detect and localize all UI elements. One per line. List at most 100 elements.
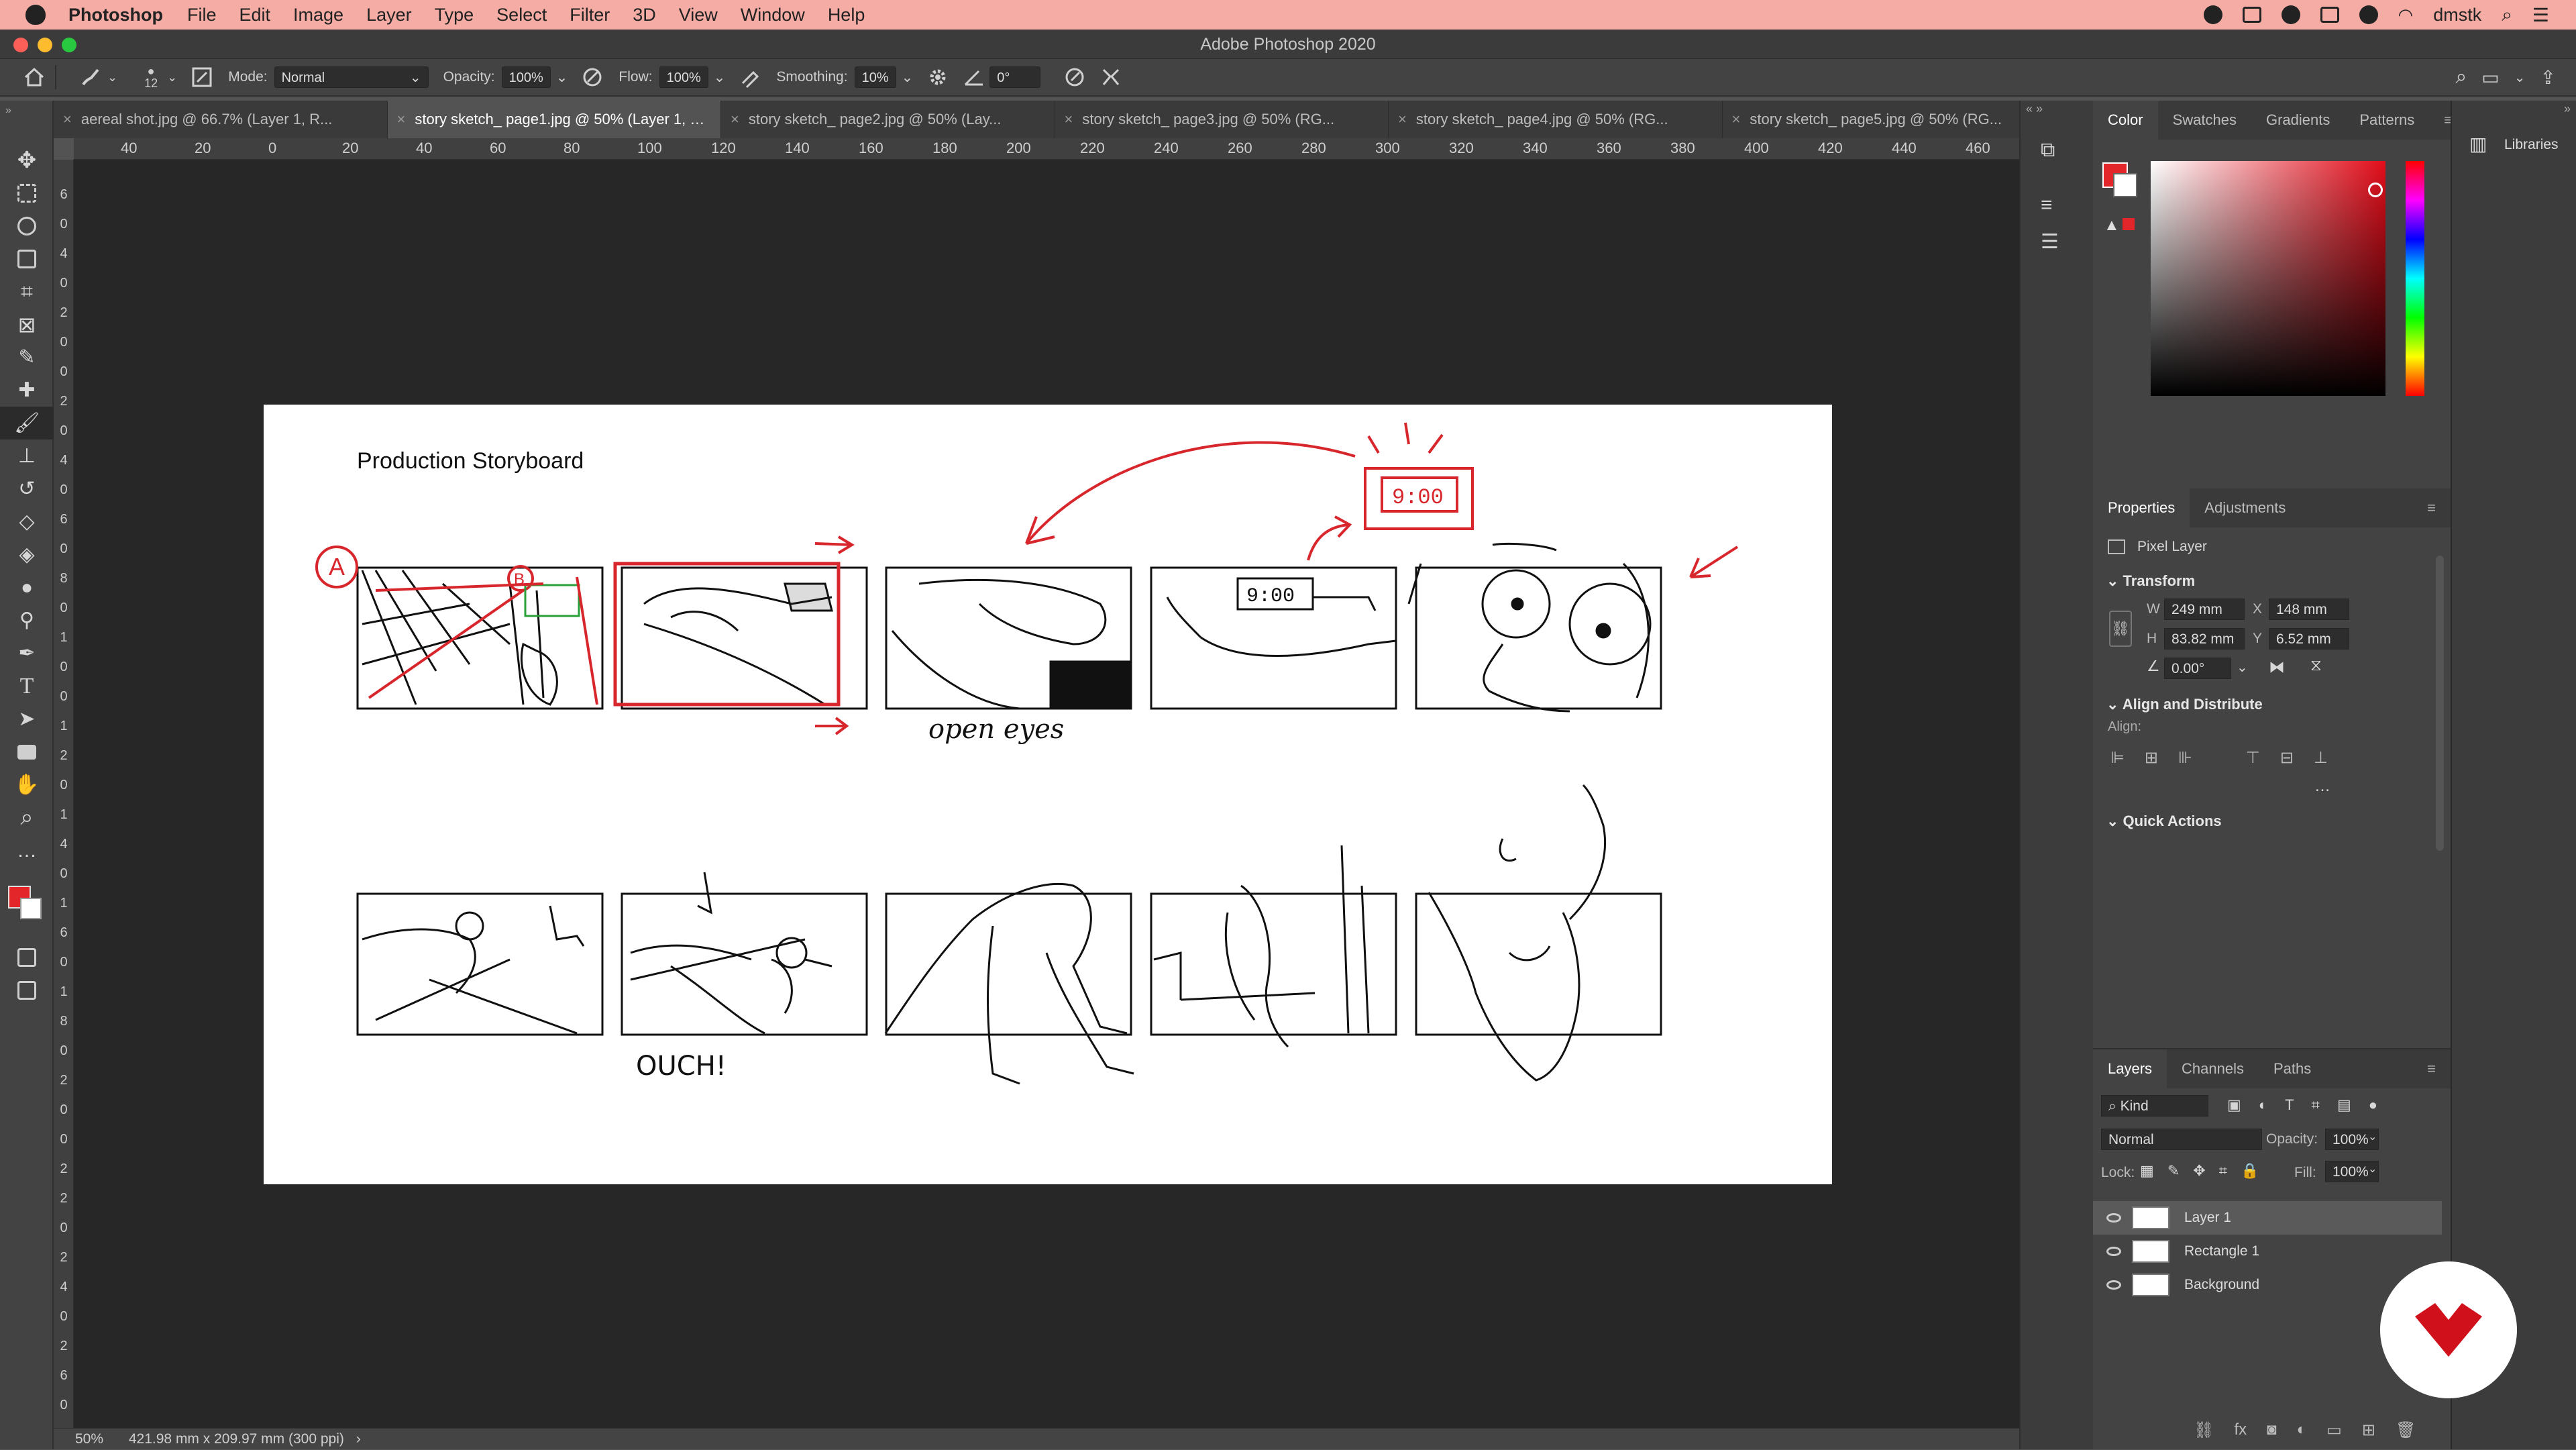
blend-mode-select[interactable]: Normal — [2101, 1129, 2262, 1150]
align-section-header[interactable]: ⌄ Align and Distribute — [2093, 690, 2451, 719]
wifi-icon[interactable]: ◠ — [2398, 5, 2414, 25]
document-size-info[interactable]: 421.98 mm x 209.97 mm (300 ppi) — [129, 1431, 344, 1447]
link-dimensions-icon[interactable]: ⛓ — [2109, 611, 2132, 647]
lock-artboard-icon[interactable]: ⌗ — [2219, 1162, 2227, 1180]
layers-menu-icon[interactable]: ≡ — [2412, 1049, 2451, 1088]
lock-icons: ▦ ✎ ✥ ⌗ 🔒 — [2140, 1162, 2259, 1180]
filter-pixel-icon[interactable]: ▣ — [2227, 1096, 2241, 1114]
lock-all-icon[interactable]: 🔒 — [2241, 1162, 2259, 1180]
layer-row-layer-1[interactable]: Layer 1 — [2093, 1201, 2442, 1235]
width-input[interactable]: 249 mm — [2164, 599, 2245, 620]
height-input[interactable]: 83.82 mm — [2164, 628, 2245, 650]
filter-smart-object-icon[interactable]: ▤ — [2337, 1096, 2351, 1114]
tab-swatches[interactable]: Swatches — [2158, 101, 2251, 140]
screen-icon[interactable] — [2242, 7, 2261, 23]
lock-pixels-icon[interactable]: ✎ — [2167, 1162, 2180, 1180]
properties-scrollbar[interactable] — [2436, 556, 2444, 851]
hue-slider[interactable] — [2406, 161, 2424, 396]
more-align-options-icon[interactable]: … — [2093, 768, 2451, 796]
align-center-h-icon[interactable]: ⊞ — [2145, 748, 2158, 768]
layer-name[interactable]: Background — [2184, 1277, 2259, 1293]
flip-vertical-icon[interactable]: ⧖ — [2310, 656, 2322, 675]
new-layer-icon[interactable]: ⊞ — [2362, 1420, 2375, 1440]
fill-chevron-icon[interactable]: ⌄ — [2368, 1162, 2377, 1176]
zoom-level[interactable]: 50% — [75, 1431, 103, 1447]
libraries-icon[interactable]: ▥ — [2469, 133, 2487, 155]
search-icon[interactable]: ⌕ — [2455, 66, 2467, 89]
transform-section-header[interactable]: ⌄ Transform — [2093, 566, 2451, 596]
tab-properties[interactable]: Properties — [2093, 488, 2190, 527]
tab-color[interactable]: Color — [2093, 101, 2158, 140]
bluetooth-icon[interactable] — [2359, 5, 2378, 24]
filter-adjustment-icon[interactable]: ◐ — [2259, 1096, 2267, 1114]
quick-actions-section-header[interactable]: ⌄ Quick Actions — [2093, 807, 2451, 836]
visibility-eye-icon[interactable] — [2106, 1280, 2121, 1290]
libraries-label[interactable]: Libraries — [2504, 137, 2559, 153]
align-left-icon[interactable]: ⊫ — [2110, 748, 2125, 768]
brush-settings-icon[interactable]: ≡ — [2021, 162, 2093, 217]
airplay-icon[interactable] — [2320, 7, 2339, 23]
tab-paths[interactable]: Paths — [2259, 1049, 2326, 1088]
tab-adjustments[interactable]: Adjustments — [2190, 488, 2300, 527]
saturation-brightness-field[interactable] — [2151, 161, 2385, 396]
panel-icon-strip: « » ⧉ ≡ ☰ — [2019, 101, 2093, 1449]
tab-gradients[interactable]: Gradients — [2251, 101, 2345, 140]
tab-patterns[interactable]: Patterns — [2345, 101, 2429, 140]
layer-name[interactable]: Layer 1 — [2184, 1210, 2231, 1226]
clock-annotation-label: 9:00 — [1392, 485, 1444, 510]
align-right-icon[interactable]: ⊪ — [2178, 748, 2192, 768]
fill-label: Fill: — [2294, 1165, 2316, 1180]
add-mask-icon[interactable]: ◙ — [2267, 1420, 2277, 1440]
spotlight-search-icon[interactable]: ⌕ — [2502, 4, 2512, 26]
gamut-warning-icon[interactable]: ▲ — [2104, 216, 2135, 235]
libraries-collapse-icon[interactable]: » — [2452, 101, 2576, 117]
lock-position-icon[interactable]: ✥ — [2193, 1162, 2205, 1180]
filter-toggle-icon[interactable]: ● — [2369, 1096, 2377, 1114]
menubar-username[interactable]: dmstk — [2433, 5, 2481, 25]
filter-shape-icon[interactable]: ⌗ — [2312, 1096, 2320, 1114]
delete-layer-icon[interactable]: 🗑 — [2396, 1420, 2416, 1440]
workspace-icon[interactable]: ▭ — [2481, 66, 2499, 89]
layer-name[interactable]: Rectangle 1 — [2184, 1243, 2259, 1259]
flip-horizontal-icon[interactable]: ⧓ — [2269, 658, 2285, 677]
properties-menu-icon[interactable]: ≡ — [2412, 488, 2451, 527]
panel-frame-7 — [621, 892, 868, 1036]
y-position-input[interactable]: 6.52 mm — [2269, 628, 2349, 650]
sync-icon[interactable] — [2281, 5, 2300, 24]
layer-filter-icons: ▣ ◐ T ⌗ ▤ ● — [2227, 1096, 2377, 1114]
align-top-icon[interactable]: ⊤ — [2246, 748, 2260, 768]
workspace-chevron-icon[interactable]: ⌄ — [2514, 69, 2526, 86]
rotation-input[interactable]: 0.00° — [2164, 658, 2231, 679]
filter-type-icon[interactable]: T — [2285, 1096, 2294, 1114]
status-chevron-icon[interactable]: › — [356, 1431, 361, 1447]
rotation-chevron-icon[interactable]: ⌄ — [2237, 659, 2248, 676]
panel-strip-collapse-icon[interactable]: « » — [2021, 101, 2093, 117]
layer-thumbnail — [2132, 1206, 2169, 1229]
color-picker-handle[interactable] — [2368, 183, 2383, 197]
visibility-eye-icon[interactable] — [2106, 1213, 2121, 1223]
libraries-strip: » ▥ Libraries — [2451, 101, 2576, 1449]
align-bottom-icon[interactable]: ⊥ — [2314, 748, 2328, 768]
layer-row-rectangle-1[interactable]: Rectangle 1 — [2093, 1235, 2442, 1268]
lock-transparent-icon[interactable]: ▦ — [2140, 1162, 2154, 1180]
layer-style-fx-icon[interactable]: fx — [2234, 1420, 2247, 1440]
visibility-eye-icon[interactable] — [2106, 1247, 2121, 1256]
adjustments-panel-icon[interactable]: ☰ — [2021, 217, 2093, 254]
color-panel-background-swatch[interactable] — [2113, 173, 2137, 197]
height-label: H — [2147, 631, 2157, 646]
share-icon[interactable]: ⇪ — [2540, 66, 2556, 89]
x-position-input[interactable]: 148 mm — [2269, 599, 2349, 620]
tab-channels[interactable]: Channels — [2167, 1049, 2259, 1088]
layer-opacity-chevron-icon[interactable]: ⌄ — [2368, 1130, 2377, 1143]
align-middle-v-icon[interactable]: ⊟ — [2280, 748, 2294, 768]
tab-layers[interactable]: Layers — [2093, 1049, 2167, 1088]
creative-cloud-icon[interactable] — [2203, 5, 2222, 24]
new-group-icon[interactable]: ▭ — [2326, 1420, 2342, 1440]
history-panel-icon[interactable]: ⧉ — [2021, 117, 2093, 162]
color-panel-tabs: Color Swatches Gradients Patterns ≡ — [2093, 101, 2453, 140]
layer-filter-kind[interactable]: ⌕ Kind — [2101, 1095, 2208, 1117]
link-layers-icon[interactable]: ⛓ — [2194, 1420, 2214, 1440]
new-adjustment-layer-icon[interactable]: ◐ — [2297, 1420, 2307, 1440]
notification-center-icon[interactable]: ☰ — [2532, 4, 2549, 26]
layer-opacity-label: Opacity: — [2266, 1131, 2318, 1147]
